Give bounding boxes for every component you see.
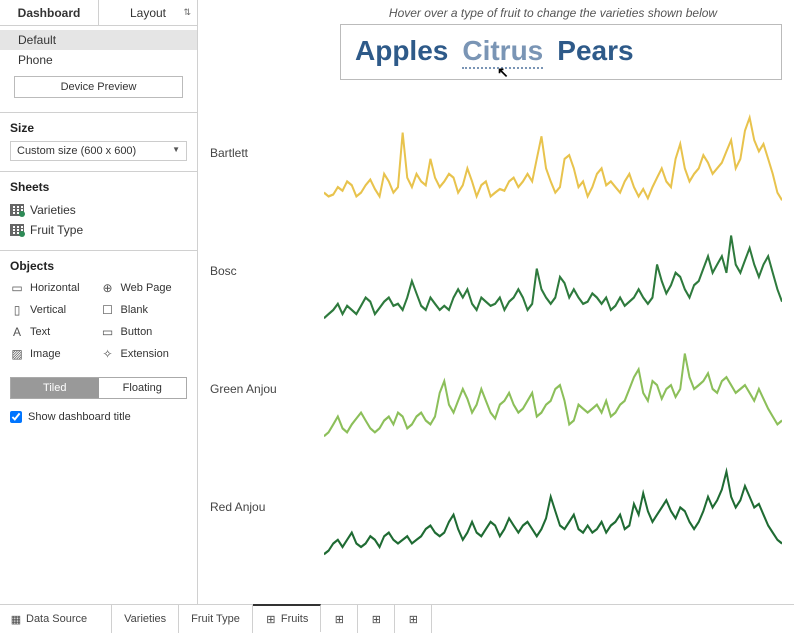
sparkline [324,448,782,566]
object-icon: ☐ [101,303,115,317]
bottom-tab-bar: ▦ Data Source Varieties Fruit Type ⊞ Fruits… [0,605,794,633]
object-icon: ▨ [10,347,24,361]
size-section: Size Custom size (600 x 600) ▼ [0,112,197,171]
object-label: Blank [121,304,149,316]
left-sidebar: Dashboard Layout ⇅ Default Phone Device P… [0,0,198,604]
object-label: Extension [121,348,169,360]
sheet-tab[interactable]: Varieties [112,605,179,633]
sidebar-tabs: Dashboard Layout ⇅ [0,0,197,26]
fruit-type-box: Apples Citrus↖ Pears [340,24,782,80]
fruit-type-word[interactable]: Apples [355,35,448,69]
toggle-tiled[interactable]: Tiled [11,378,99,398]
object-item[interactable]: A Text [10,323,97,341]
chart-row: Green Anjou [204,330,782,448]
object-item[interactable]: ▭ Horizontal [10,279,97,297]
sheet-tab[interactable]: Fruit Type [179,605,253,633]
dashboard-canvas: Hover over a type of fruit to change the… [198,0,794,604]
show-title-input[interactable] [10,411,22,423]
object-label: Web Page [121,282,172,294]
object-item[interactable]: ▯ Vertical [10,301,97,319]
pointer-cursor-icon: ↖ [497,64,509,81]
sparkline [324,94,782,212]
object-item[interactable]: ▭ Button [101,323,188,341]
device-list: Default Phone Device Preview [0,26,197,112]
new-story-button[interactable]: ⊞ [395,605,432,633]
device-preview-button[interactable]: Device Preview [14,76,183,98]
chart-row: Red Anjou [204,448,782,566]
show-title-label: Show dashboard title [28,411,131,423]
tab-dashboard[interactable]: Dashboard [0,0,99,25]
object-icon: ⊕ [101,281,115,295]
size-heading: Size [10,121,187,135]
sheet-tab[interactable]: ⊞ Fruits [253,604,322,632]
tab-label: Dashboard [18,6,81,20]
object-icon: A [10,325,24,339]
tab-label: Fruits [281,613,309,625]
dashboard-icon: ⊞ [265,613,277,625]
hover-hint: Hover over a type of fruit to change the… [324,6,782,20]
object-icon: ✧ [101,347,115,361]
sheet-icon [10,204,24,216]
new-dashboard-icon: ⊞ [370,613,382,625]
object-label: Text [30,326,50,338]
sheets-section: Sheets Varieties Fruit Type [0,171,197,250]
varieties-chart: Bartlett Bosc Green Anjou Red Anjou [204,94,782,566]
object-icon: ▭ [101,325,115,339]
series-label: Bosc [204,264,324,278]
fruit-type-word[interactable]: Citrus↖ [462,35,543,69]
datasource-icon: ▦ [10,613,22,625]
object-label: Horizontal [30,282,80,294]
chart-row: Bartlett [204,94,782,212]
new-sheet-icon: ⊞ [333,613,345,625]
tab-label: Fruit Type [191,613,240,625]
new-worksheet-button[interactable]: ⊞ [321,605,358,633]
device-default[interactable]: Default [0,30,197,50]
new-dashboard-button[interactable]: ⊞ [358,605,395,633]
toggle-floating[interactable]: Floating [99,378,187,398]
tab-layout[interactable]: Layout ⇅ [99,0,197,25]
chart-row: Bosc [204,212,782,330]
tab-label: Varieties [124,613,166,625]
series-label: Green Anjou [204,382,324,396]
tab-label: Layout [130,6,166,20]
sparkline [324,330,782,448]
new-story-icon: ⊞ [407,613,419,625]
sheet-item[interactable]: Fruit Type [10,220,187,240]
sheet-label: Fruit Type [30,223,83,237]
show-title-checkbox[interactable]: Show dashboard title [10,411,187,423]
data-source-tab[interactable]: ▦ Data Source [0,605,112,633]
object-item[interactable]: ☐ Blank [101,301,188,319]
object-label: Button [121,326,153,338]
object-item[interactable]: ⊕ Web Page [101,279,188,297]
sheet-item[interactable]: Varieties [10,200,187,220]
object-icon: ▯ [10,303,24,317]
series-label: Bartlett [204,146,324,160]
object-item[interactable]: ✧ Extension [101,345,188,363]
sheet-label: Varieties [30,203,76,217]
sparkline [324,212,782,330]
object-label: Image [30,348,61,360]
object-label: Vertical [30,304,66,316]
layout-toggle: Tiled Floating [10,377,187,399]
fruit-type-word[interactable]: Pears [557,35,633,69]
object-item[interactable]: ▨ Image [10,345,97,363]
object-icon: ▭ [10,281,24,295]
caret-down-icon: ▼ [172,145,180,157]
size-dropdown[interactable]: Custom size (600 x 600) ▼ [10,141,187,161]
size-value: Custom size (600 x 600) [17,145,136,157]
data-source-label: Data Source [26,613,87,625]
objects-heading: Objects [10,259,187,273]
sheet-icon [10,224,24,236]
device-phone[interactable]: Phone [0,50,197,70]
objects-section: Objects ▭ Horizontal ⊕ Web Page ▯ Vertical ☐ Bl… [0,250,197,604]
sheets-heading: Sheets [10,180,187,194]
dropdown-icon: ⇅ [183,7,191,18]
series-label: Red Anjou [204,500,324,514]
